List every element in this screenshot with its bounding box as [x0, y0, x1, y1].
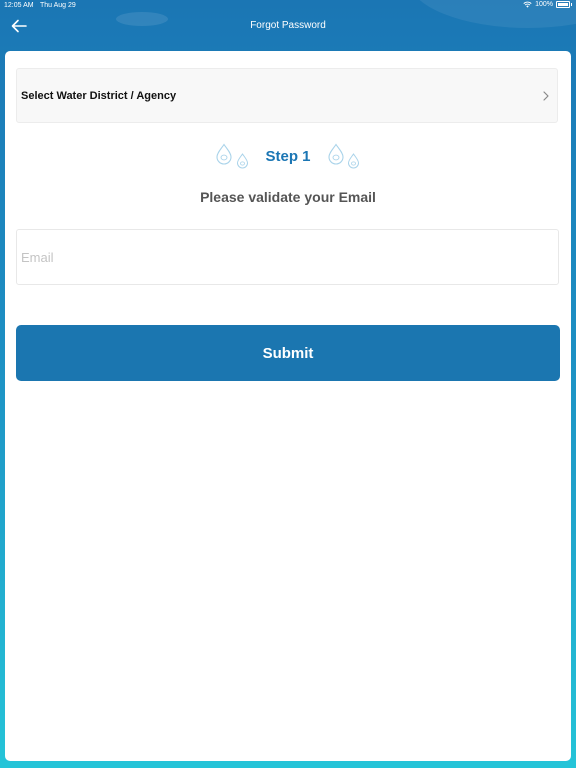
step-indicator: Step 1 [5, 143, 571, 173]
water-drop-icon [328, 143, 344, 165]
chevron-right-icon [543, 91, 549, 101]
nav-bar: Forgot Password [0, 12, 576, 40]
step-label: Step 1 [265, 148, 311, 165]
battery-percent: 100% [535, 1, 553, 8]
status-indicators: 100% [523, 1, 572, 8]
status-date: Thu Aug 29 [40, 2, 76, 9]
agency-select[interactable]: Select Water District / Agency [16, 68, 558, 123]
wifi-icon [523, 1, 532, 8]
instruction-text: Please validate your Email [200, 189, 376, 205]
submit-button[interactable]: Submit [16, 325, 560, 381]
page-title: Forgot Password [250, 20, 326, 31]
battery-icon [556, 1, 572, 8]
form-card: Select Water District / Agency Step 1 Pl… [5, 51, 571, 761]
forgot-password-screen: 12:05 AM Thu Aug 29 100% Forgot Password… [0, 0, 576, 768]
email-input[interactable] [16, 229, 559, 285]
status-time: 12:05 AM [4, 2, 34, 9]
status-bar: 12:05 AM Thu Aug 29 100% [0, 0, 576, 12]
water-drop-icon [347, 153, 360, 169]
agency-select-label: Select Water District / Agency [21, 90, 177, 102]
